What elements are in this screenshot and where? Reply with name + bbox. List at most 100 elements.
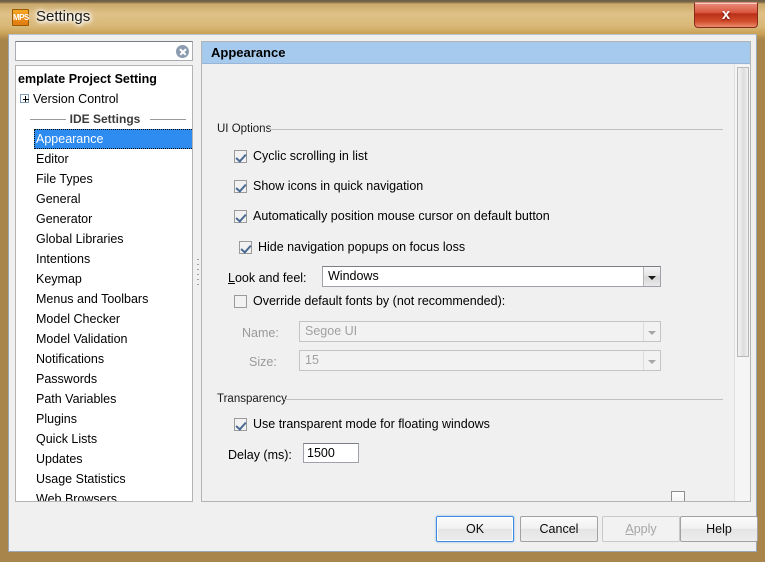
group-divider-transparency bbox=[284, 399, 723, 400]
tree-item-general[interactable]: General bbox=[16, 189, 192, 209]
settings-window: MPS Settings x emplate Project Setting Ve… bbox=[0, 0, 765, 562]
tree-item-keymap[interactable]: Keymap bbox=[16, 269, 192, 289]
help-button[interactable]: Help bbox=[680, 516, 758, 542]
ratio-slider-track[interactable] bbox=[516, 501, 751, 502]
tree-item-label: Usage Statistics bbox=[36, 472, 126, 486]
tree-item-label: Quick Lists bbox=[36, 432, 98, 446]
search-box[interactable] bbox=[15, 41, 193, 61]
settings-sidebar: emplate Project Setting Version Control ID… bbox=[15, 41, 193, 502]
tree-item-model-validation[interactable]: Model Validation bbox=[16, 329, 192, 349]
tree-item-appearance[interactable]: Appearance bbox=[34, 129, 192, 149]
combo-font-size[interactable]: 15 bbox=[299, 350, 661, 371]
checkbox-hide-popups[interactable] bbox=[239, 241, 252, 254]
tree-item-label: Version Control bbox=[33, 92, 119, 106]
tree-item-intentions[interactable]: Intentions bbox=[16, 249, 192, 269]
tree-item-label: Keymap bbox=[36, 272, 82, 286]
tree-item-path-variables[interactable]: Path Variables bbox=[16, 389, 192, 409]
dialog-client-area: emplate Project Setting Version Control ID… bbox=[8, 34, 758, 552]
search-input[interactable] bbox=[19, 43, 171, 59]
checkbox-label-show-icons: Show icons in quick navigation bbox=[253, 179, 424, 193]
scrollbar-thumb[interactable] bbox=[737, 67, 749, 357]
tree-item-model-checker[interactable]: Model Checker bbox=[16, 309, 192, 329]
clear-icon[interactable] bbox=[176, 45, 189, 58]
label-look-and-feel: Look and feel: bbox=[228, 271, 307, 285]
window-title: Settings bbox=[36, 8, 91, 25]
checkbox-label-use-transparent: Use transparent mode for floating window… bbox=[253, 417, 490, 431]
tree-item-quick-lists[interactable]: Quick Lists bbox=[16, 429, 192, 449]
delay-input[interactable] bbox=[307, 445, 354, 461]
checkbox-override-fonts[interactable] bbox=[234, 295, 247, 308]
checkbox-label-hide-popups: Hide navigation popups on focus loss bbox=[258, 240, 466, 254]
tree-item-emplate-project-setting[interactable]: emplate Project Setting bbox=[16, 69, 192, 89]
tree-item-label: Plugins bbox=[36, 412, 77, 426]
tree-item-label: Generator bbox=[36, 212, 93, 226]
tree-item-global-libraries[interactable]: Global Libraries bbox=[16, 229, 192, 249]
section-banner: Appearance bbox=[202, 42, 750, 64]
close-button[interactable]: x bbox=[694, 2, 758, 28]
tree-item-updates[interactable]: Updates bbox=[16, 449, 192, 469]
tree-item-version-control[interactable]: Version Control bbox=[16, 89, 192, 109]
separator-line bbox=[150, 119, 186, 120]
tree-item-label: Web Browsers bbox=[36, 492, 118, 502]
ok-button[interactable]: OK bbox=[436, 516, 514, 542]
tree-item-editor[interactable]: Editor bbox=[16, 149, 192, 169]
expand-plus-icon[interactable] bbox=[20, 94, 29, 104]
tree-item-label: Menus and Toolbars bbox=[36, 292, 149, 306]
page-title: Appearance bbox=[211, 45, 286, 60]
combo-value-look-and-feel: Windows bbox=[328, 269, 379, 283]
detail-pane-scrollbar[interactable] bbox=[734, 65, 750, 501]
settings-tree[interactable]: emplate Project Setting Version Control ID… bbox=[15, 65, 193, 502]
tree-item-usage-statistics[interactable]: Usage Statistics bbox=[16, 469, 192, 489]
tree-item-label: File Types bbox=[36, 172, 93, 186]
chevron-down-icon bbox=[648, 276, 656, 280]
splitter-grip-icon bbox=[197, 259, 199, 285]
ratio-slider-thumb[interactable] bbox=[671, 491, 685, 501]
tree-separator-ide-settings: IDE Settings bbox=[16, 109, 192, 129]
settings-tree-list: emplate Project Setting Version Control ID… bbox=[16, 69, 192, 502]
tree-separator-label: IDE Settings bbox=[69, 112, 141, 126]
group-label-transparency: Transparency bbox=[214, 393, 290, 405]
tree-item-notifications[interactable]: Notifications bbox=[16, 349, 192, 369]
separator-line bbox=[30, 119, 66, 120]
label-font-name: Name: bbox=[242, 326, 279, 340]
tree-item-label: General bbox=[36, 192, 81, 206]
app-icon: MPS bbox=[12, 9, 29, 26]
combo-look-and-feel[interactable]: Windows bbox=[322, 266, 661, 287]
combo-font-name[interactable]: Segoe UI bbox=[299, 321, 661, 342]
tree-item-web-browsers[interactable]: Web Browsers bbox=[16, 489, 192, 502]
tree-item-passwords[interactable]: Passwords bbox=[16, 369, 192, 389]
label-delay: Delay (ms): bbox=[228, 448, 292, 462]
checkbox-auto-position-cursor[interactable] bbox=[234, 210, 247, 223]
tree-item-label: Passwords bbox=[36, 372, 98, 386]
settings-detail-pane: Appearance UI Options Cyclic scrolling i… bbox=[201, 41, 751, 502]
checkbox-label-override-fonts: Override default fonts by (not recommend… bbox=[253, 294, 506, 308]
tree-item-menus-and-toolbars[interactable]: Menus and Toolbars bbox=[16, 289, 192, 309]
tree-item-label: Model Checker bbox=[36, 312, 121, 326]
tree-item-label: Model Validation bbox=[36, 332, 128, 346]
appearance-form: UI Options Cyclic scrolling in list Show… bbox=[202, 65, 735, 501]
delay-field[interactable] bbox=[303, 443, 359, 463]
label-font-size: Size: bbox=[249, 355, 277, 369]
group-label-ui-options: UI Options bbox=[214, 123, 275, 135]
tree-item-label: Updates bbox=[36, 452, 83, 466]
tree-item-plugins[interactable]: Plugins bbox=[16, 409, 192, 429]
chevron-down-icon bbox=[648, 360, 656, 364]
close-icon: x bbox=[721, 6, 731, 23]
tree-item-label: Appearance bbox=[36, 132, 104, 146]
tree-item-label: Notifications bbox=[36, 352, 105, 366]
apply-button[interactable]: Apply bbox=[602, 516, 680, 542]
checkbox-use-transparent[interactable] bbox=[234, 418, 247, 431]
dialog-button-bar: OK Cancel Apply Help bbox=[9, 507, 758, 551]
tree-item-label: Path Variables bbox=[36, 392, 117, 406]
checkbox-label-auto-position-cursor: Automatically position mouse cursor on d… bbox=[253, 209, 550, 223]
cancel-button[interactable]: Cancel bbox=[520, 516, 598, 542]
tree-item-label: emplate Project Setting bbox=[18, 72, 157, 86]
group-divider-ui-options bbox=[268, 129, 723, 130]
tree-item-label: Global Libraries bbox=[36, 232, 124, 246]
tree-item-generator[interactable]: Generator bbox=[16, 209, 192, 229]
checkbox-cyclic-scrolling[interactable] bbox=[234, 150, 247, 163]
tree-item-label: Intentions bbox=[36, 252, 91, 266]
tree-item-file-types[interactable]: File Types bbox=[16, 169, 192, 189]
checkbox-show-icons[interactable] bbox=[234, 180, 247, 193]
combo-value-font-size: 15 bbox=[305, 353, 319, 367]
